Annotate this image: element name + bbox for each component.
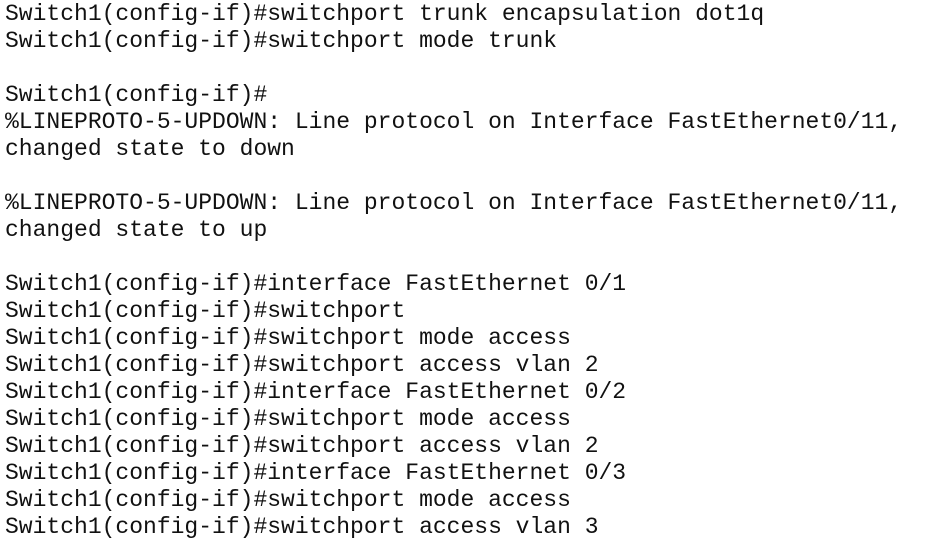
terminal-line: Switch1(config-if)#interface FastEtherne… [5,460,627,486]
terminal-line: Switch1(config-if)#switchport mode acces… [5,325,571,351]
terminal-line: Switch1(config-if)#switchport access vla… [5,433,599,459]
terminal-log-message: %LINEPROTO-5-UPDOWN: Line protocol on In… [5,190,903,216]
terminal-line: Switch1(config-if)#interface FastEtherne… [5,271,627,297]
terminal-line: Switch1(config-if)#switchport trunk enca… [5,1,765,27]
terminal-log-message: changed state to down [5,136,295,162]
terminal-log-message: %LINEPROTO-5-UPDOWN: Line protocol on In… [5,109,903,135]
terminal-line: Switch1(config-if)#switchport mode trunk [5,28,558,54]
terminal-line: Switch1(config-if)#switchport mode acces… [5,406,571,432]
terminal-line: Switch1(config-if)#switchport access vla… [5,352,599,378]
terminal-line: Switch1(config-if)#switchport [5,298,406,324]
terminal-output[interactable]: Switch1(config-if)#switchport trunk enca… [5,1,938,542]
terminal-line: Switch1(config-if)#interface FastEtherne… [5,379,627,405]
terminal-line: Switch1(config-if)# [5,82,268,108]
terminal-line: Switch1(config-if)#switchport mode acces… [5,487,571,513]
terminal-log-message: changed state to up [5,217,268,243]
terminal-line: Switch1(config-if)#switchport access vla… [5,514,599,540]
